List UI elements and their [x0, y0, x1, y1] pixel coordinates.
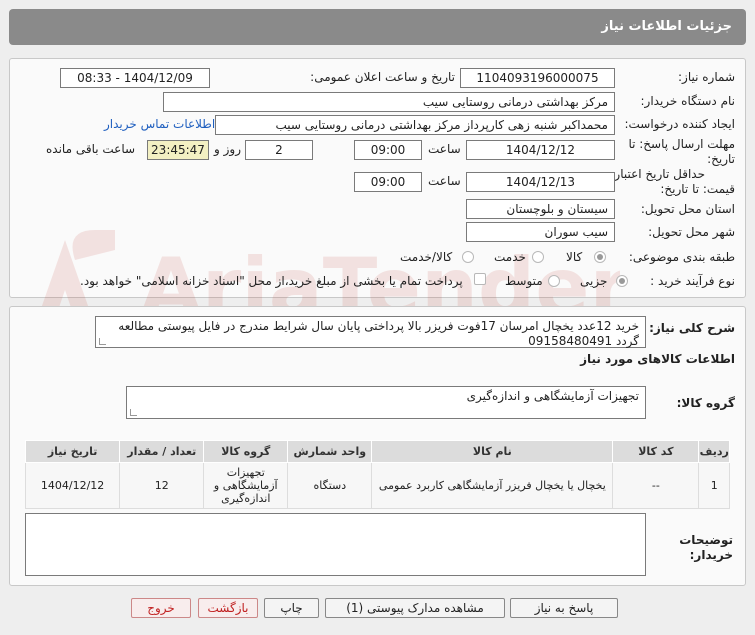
goods-group-label: گروه کالا:	[676, 396, 735, 410]
category-radio-both[interactable]	[462, 251, 474, 263]
back-button[interactable]: بازگشت	[198, 598, 258, 618]
page-title: جزئیات اطلاعات نیاز	[601, 19, 732, 34]
process-radio-minor[interactable]	[616, 275, 628, 287]
buyer-org-label: نام دستگاه خریدار:	[640, 94, 736, 108]
category-radio-service[interactable]	[532, 251, 544, 263]
remaining-time-field: 23:45:47	[147, 140, 209, 160]
table-row: 1 -- یخچال یا یخچال فریزر آزمایشگاهی کار…	[24, 462, 730, 509]
col-header-code: کد کالا	[612, 440, 700, 463]
cell-quantity: 12	[119, 462, 205, 509]
buyer-notes-label-2: خریدار:	[689, 548, 733, 562]
cell-code: --	[612, 462, 700, 509]
category-option-goods: کالا	[566, 250, 583, 264]
cell-date: 1404/12/12	[24, 462, 121, 509]
goods-group-text: تجهیزات آزمایشگاهی و اندازه‌گیری	[466, 389, 639, 403]
process-option-medium: متوسط	[505, 274, 543, 288]
goods-table: ردیف کد کالا نام کالا واحد شمارش گروه کا…	[24, 440, 730, 509]
contact-buyer-link[interactable]: اطلاعات تماس خریدار	[104, 117, 215, 131]
buyer-notes-field	[25, 513, 646, 576]
province-label: استان محل تحویل:	[640, 202, 735, 216]
reply-button[interactable]: پاسخ به نیاز	[510, 598, 618, 618]
announce-label: تاریخ و ساعت اعلان عمومی:	[310, 70, 455, 84]
city-label: شهر محل تحویل:	[648, 225, 735, 239]
payment-note: پرداخت تمام یا بخشی از مبلغ خرید،از محل …	[80, 274, 463, 288]
creator-label: ایجاد کننده درخواست:	[624, 117, 735, 131]
province-field: سیستان و بلوچستان	[466, 199, 615, 219]
day-count-field: 2	[245, 140, 313, 160]
validity-time-label: ساعت	[428, 174, 461, 188]
day-label: روز و	[214, 142, 241, 156]
col-header-name: نام کالا	[371, 440, 614, 463]
col-header-group: گروه کالا	[203, 440, 289, 463]
buyer-org-field: مرکز بهداشتی درمانی روستایی سیب	[163, 92, 615, 112]
goods-group-field: تجهیزات آزمایشگاهی و اندازه‌گیری	[126, 386, 646, 419]
cell-row-number: 1	[698, 462, 730, 509]
col-header-quantity: تعداد / مقدار	[119, 440, 205, 463]
col-header-date: تاریخ نیاز	[24, 440, 121, 463]
category-option-both: کالا/خدمت	[400, 250, 453, 264]
process-option-minor: جزیی	[580, 274, 608, 288]
deadline-time-field: 09:00	[354, 140, 422, 160]
deadline-label: مهلت ارسال پاسخ: تا	[628, 137, 735, 151]
goods-section-title: اطلاعات کالاهای مورد نیاز	[580, 352, 735, 366]
description-text: خرید 12عدد یخچال امرسان 17فوت فریزر بالا…	[118, 319, 639, 348]
category-option-service: خدمت	[494, 250, 526, 264]
description-field: خرید 12عدد یخچال امرسان 17فوت فریزر بالا…	[95, 316, 646, 348]
deadline-label-2: تاریخ:	[707, 152, 735, 166]
description-label: شرح کلی نیاز:	[649, 321, 735, 335]
remaining-label: ساعت باقی مانده	[46, 142, 136, 156]
process-radio-medium[interactable]	[548, 275, 560, 287]
need-number-label: شماره نیاز:	[678, 70, 735, 84]
col-header-row-number: ردیف	[698, 440, 730, 463]
print-button[interactable]: چاپ	[264, 598, 319, 618]
category-label: طبقه بندی موضوعی:	[628, 250, 735, 264]
cell-group: تجهیزات آزمایشگاهی و اندازه‌گیری	[203, 462, 289, 509]
attachments-button[interactable]: مشاهده مدارک پیوستی (1)	[325, 598, 505, 618]
validity-label-2: قیمت: تا تاریخ:	[660, 182, 735, 196]
validity-date-field: 1404/12/13	[466, 172, 615, 192]
col-header-unit: واحد شمارش	[287, 440, 373, 463]
category-radio-goods[interactable]	[594, 251, 606, 263]
creator-field: محمداکبر شنبه زهی کارپرداز مرکز بهداشتی …	[215, 115, 615, 135]
buyer-notes-label: توضیحات	[679, 533, 733, 547]
deadline-date-field: 1404/12/12	[466, 140, 615, 160]
validity-label: حداقل تاریخ اعتبار	[614, 167, 705, 181]
table-header-row: ردیف کد کالا نام کالا واحد شمارش گروه کا…	[24, 440, 730, 463]
resize-grip-icon[interactable]	[99, 338, 106, 345]
resize-grip-icon[interactable]	[130, 409, 137, 416]
process-label: نوع فرآیند خرید :	[650, 274, 735, 288]
cell-unit: دستگاه	[287, 462, 373, 509]
page-header: جزئیات اطلاعات نیاز	[9, 9, 746, 45]
need-number-field: 1104093196000075	[460, 68, 615, 88]
announce-field: 1404/12/09 - 08:33	[60, 68, 210, 88]
deadline-time-label: ساعت	[428, 142, 461, 156]
exit-button[interactable]: خروج	[131, 598, 191, 618]
city-field: سیب سوران	[466, 222, 615, 242]
validity-time-field: 09:00	[354, 172, 422, 192]
cell-name: یخچال یا یخچال فریزر آزمایشگاهی کاربرد ع…	[371, 462, 614, 509]
payment-checkbox[interactable]	[474, 273, 486, 285]
